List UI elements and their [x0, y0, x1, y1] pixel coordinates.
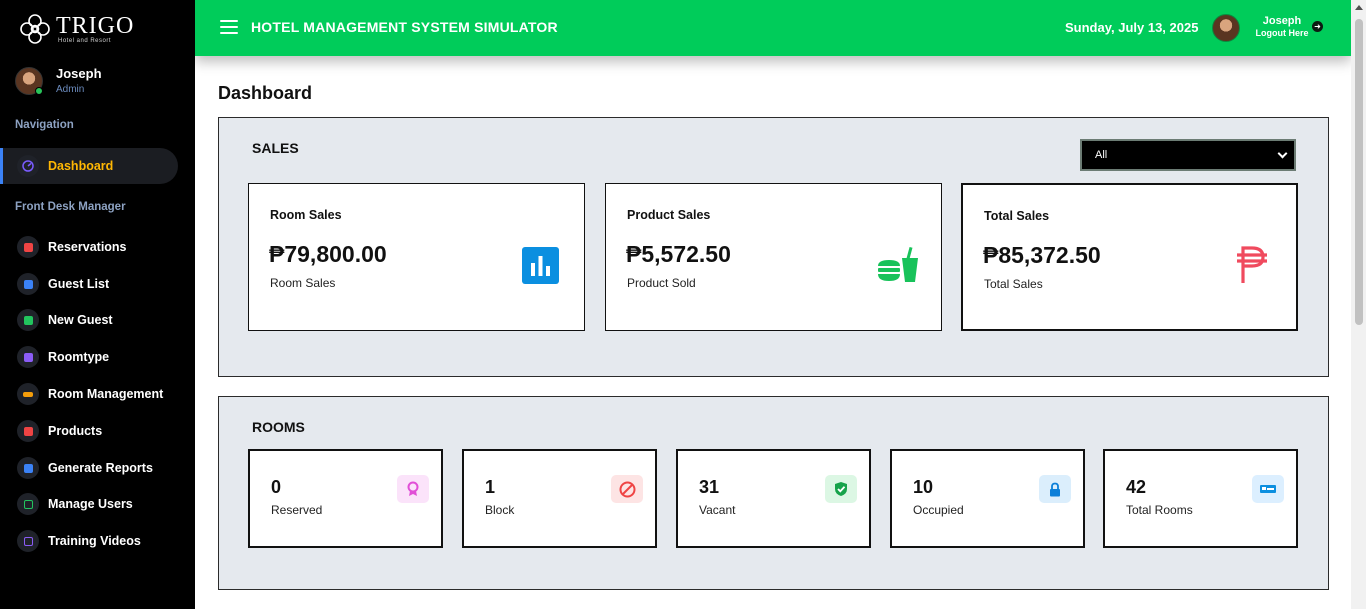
products-icon — [17, 420, 39, 442]
rooms-panel-title: ROOMS — [252, 419, 305, 435]
card-label: Vacant — [699, 503, 736, 517]
sidebar-item-reservations[interactable]: Reservations — [0, 229, 178, 265]
card-value: ₱79,800.00 — [269, 241, 387, 267]
sidebar-item-label: Roomtype — [48, 350, 110, 364]
total-rooms-card: 42 Total Rooms — [1103, 449, 1298, 548]
page-title: Dashboard — [218, 83, 313, 103]
lock-icon — [1039, 475, 1071, 503]
card-title: Product Sales — [627, 208, 711, 222]
header-user-name: Joseph — [1262, 15, 1302, 27]
sidebar-item-room-management[interactable]: Room Management — [0, 376, 178, 412]
calendar-icon — [17, 309, 39, 331]
rooms-panel: ROOMS 0 Reserved 1 Block 31 Vacant 10 Oc… — [218, 396, 1329, 590]
sidebar-item-label: Room Management — [48, 387, 164, 401]
card-value: 42 — [1126, 477, 1147, 497]
sidebar-item-label: Generate Reports — [48, 461, 153, 475]
card-subtitle: Total Sales — [984, 277, 1043, 291]
header-date: Sunday, July 13, 2025 — [1065, 20, 1199, 35]
sidebar-item-new-guest[interactable]: New Guest — [0, 302, 178, 338]
card-label: Reserved — [271, 503, 323, 517]
clipboard-icon — [17, 236, 39, 258]
card-label: Occupied — [913, 503, 964, 517]
card-value: ₱5,572.50 — [626, 241, 731, 267]
app-title: HOTEL MANAGEMENT SYSTEM SIMULATOR — [251, 19, 558, 35]
video-icon — [17, 530, 39, 552]
printer-icon — [17, 457, 39, 479]
card-title: Total Sales — [984, 209, 1050, 223]
sidebar-item-label: Manage Users — [48, 497, 133, 511]
header-user[interactable]: Joseph Logout Here — [1251, 15, 1313, 38]
logout-arrow-icon[interactable]: ➜ — [1312, 21, 1323, 32]
ticket-icon — [17, 383, 39, 405]
card-value: ₱85,372.50 — [983, 242, 1101, 268]
card-value: 1 — [485, 477, 496, 497]
avatar — [15, 66, 43, 95]
sidebar-item-generate-reports[interactable]: Generate Reports — [0, 450, 178, 486]
sales-filter-value: All — [1095, 149, 1108, 161]
card-value: 10 — [913, 477, 934, 497]
card-subtitle: Room Sales — [270, 276, 336, 290]
room-sales-card: Room Sales ₱79,800.00 Room Sales — [248, 183, 585, 331]
sidebar-user-name: Joseph — [56, 66, 102, 81]
shield-check-icon — [825, 475, 857, 503]
sales-panel: SALES All Room Sales ₱79,800.00 Room Sal… — [218, 117, 1329, 377]
brand-name: TRIGO — [56, 13, 135, 39]
logout-link[interactable]: Logout Here — [1251, 28, 1313, 38]
occupied-rooms-card: 10 Occupied — [890, 449, 1085, 548]
sales-filter-select[interactable]: All — [1080, 139, 1296, 171]
brand-logo[interactable]: TRIGO Hotel and Resort — [18, 12, 134, 46]
card-label: Total Rooms — [1126, 503, 1193, 517]
sidebar-item-training-videos[interactable]: Training Videos — [0, 523, 178, 559]
sidebar-item-products[interactable]: Products — [0, 413, 178, 449]
peso-icon — [1237, 246, 1267, 283]
page-scrollbar[interactable] — [1351, 0, 1366, 609]
front-desk-section-label: Front Desk Manager — [15, 201, 126, 213]
sidebar-user[interactable]: Joseph Admin — [15, 66, 102, 95]
bar-chart-icon — [522, 247, 559, 284]
vacant-rooms-card: 31 Vacant — [676, 449, 871, 548]
flower-logo-icon — [20, 14, 50, 44]
sidebar-item-guest-list[interactable]: Guest List — [0, 266, 178, 302]
hamburger-menu-icon[interactable] — [220, 20, 238, 34]
navigation-section-label: Navigation — [15, 119, 74, 131]
product-sales-card: Product Sales ₱5,572.50 Product Sold — [605, 183, 942, 331]
block-icon — [611, 475, 643, 503]
bed-icon — [1252, 475, 1284, 503]
user-card-icon — [17, 493, 39, 515]
book-icon — [17, 273, 39, 295]
sidebar-item-manage-users[interactable]: Manage Users — [0, 486, 178, 522]
room-type-icon — [17, 346, 39, 368]
speedometer-icon — [17, 155, 39, 177]
sidebar-item-label: Reservations — [48, 240, 127, 254]
sidebar-item-label: Training Videos — [48, 534, 141, 548]
card-value: 0 — [271, 477, 282, 497]
sidebar-item-label: Dashboard — [48, 159, 114, 173]
scroll-up-arrow-icon[interactable] — [1355, 5, 1363, 10]
card-subtitle: Product Sold — [627, 276, 696, 290]
card-title: Room Sales — [270, 208, 342, 222]
online-status-dot — [35, 86, 43, 95]
ribbon-icon — [397, 475, 429, 503]
sidebar: TRIGO Hotel and Resort Joseph Admin Navi… — [0, 0, 195, 609]
header-avatar[interactable] — [1212, 14, 1240, 42]
sidebar-item-label: New Guest — [48, 313, 113, 327]
sidebar-user-role: Admin — [56, 84, 85, 95]
sidebar-item-roomtype[interactable]: Roomtype — [0, 339, 178, 375]
food-drink-icon — [878, 246, 918, 282]
sales-panel-title: SALES — [252, 140, 299, 156]
scrollbar-thumb[interactable] — [1355, 19, 1363, 325]
block-rooms-card: 1 Block — [462, 449, 657, 548]
sidebar-item-label: Guest List — [48, 277, 110, 291]
reserved-rooms-card: 0 Reserved — [248, 449, 443, 548]
chevron-down-icon — [1277, 148, 1288, 159]
top-header: HOTEL MANAGEMENT SYSTEM SIMULATOR Sunday… — [195, 0, 1351, 56]
card-value: 31 — [699, 477, 720, 497]
sidebar-item-label: Products — [48, 424, 103, 438]
total-sales-card: Total Sales ₱85,372.50 Total Sales — [961, 183, 1298, 331]
card-label: Block — [485, 503, 515, 517]
sidebar-item-dashboard[interactable]: Dashboard — [0, 148, 178, 184]
